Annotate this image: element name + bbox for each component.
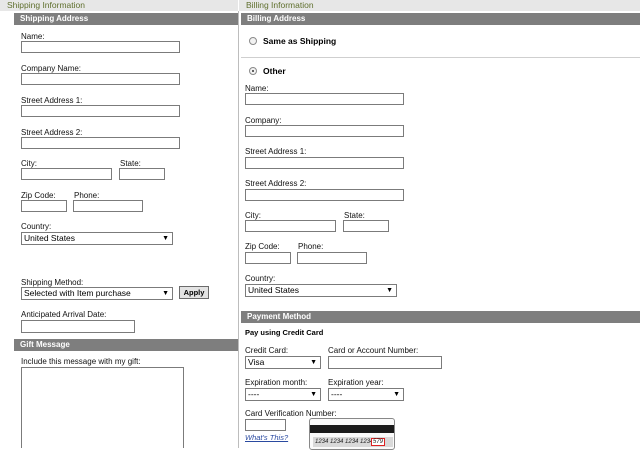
gift-message-header: Gift Message [14,339,238,351]
other-address-label: Other [263,66,286,76]
cvv-input[interactable] [245,419,286,431]
pay-using-credit-card-label: Pay using Credit Card [245,328,324,337]
chevron-down-icon: ▼ [162,235,169,242]
shipping-phone-label: Phone: [74,191,100,200]
arrival-date-input[interactable] [21,320,135,333]
expiration-year-value: ---- [331,389,343,399]
chevron-down-icon: ▼ [393,391,400,398]
gift-message-textarea[interactable] [21,367,184,448]
expiration-month-label: Expiration month: [245,378,308,387]
billing-name-input[interactable] [245,93,404,105]
billing-phone-label: Phone: [298,242,324,251]
shipping-street2-label: Street Address 2: [21,128,83,137]
billing-zip-input[interactable] [245,252,291,264]
card-number-sample: 1234 1234 1234 1234 [315,439,374,445]
billing-country-select[interactable]: United States ▼ [245,284,397,297]
shipping-method-label: Shipping Method: [21,278,84,287]
shipping-method-value: Selected with Item purchase [24,288,131,298]
card-magnetic-stripe [310,425,394,433]
billing-country-label: Country: [245,274,276,283]
payment-method-header: Payment Method [241,311,640,323]
shipping-name-input[interactable] [21,41,180,53]
apply-button[interactable]: Apply [179,286,209,299]
expiration-year-label: Expiration year: [328,378,384,387]
shipping-country-value: United States [24,233,76,243]
cvv-sample: 579 [371,438,386,446]
shipping-company-input[interactable] [21,73,180,85]
chevron-down-icon: ▼ [310,391,317,398]
expiration-month-value: ---- [248,389,260,399]
billing-country-value: United States [248,285,300,295]
shipping-company-label: Company Name: [21,64,82,73]
shipping-street1-label: Street Address 1: [21,96,83,105]
shipping-address-header: Shipping Address [14,13,238,25]
shipping-phone-input[interactable] [73,200,143,212]
billing-company-input[interactable] [245,125,404,137]
card-number-label: Card or Account Number: [328,346,419,355]
shipping-country-select[interactable]: United States ▼ [21,232,173,245]
shipping-city-input[interactable] [21,168,112,180]
billing-company-label: Company: [245,116,282,125]
chevron-down-icon: ▼ [310,359,317,366]
billing-info-header: Billing Information [239,0,640,11]
other-address-radio[interactable] [249,67,257,75]
billing-street1-input[interactable] [245,157,404,169]
billing-street2-label: Street Address 2: [245,179,307,188]
billing-phone-input[interactable] [297,252,367,264]
shipping-name-label: Name: [21,32,45,41]
expiration-month-select[interactable]: ---- ▼ [245,388,321,401]
chevron-down-icon: ▼ [386,287,393,294]
card-number-input[interactable] [328,356,442,369]
arrival-date-label: Anticipated Arrival Date: [21,310,107,319]
shipping-city-label: City: [21,159,37,168]
shipping-zip-label: Zip Code: [21,191,56,200]
billing-name-label: Name: [245,84,269,93]
card-back-illustration: 1234 1234 1234 1234 579 [309,418,395,450]
billing-city-label: City: [245,211,261,220]
shipping-street2-input[interactable] [21,137,180,149]
whats-this-link[interactable]: What's This? [245,433,288,442]
shipping-street1-input[interactable] [21,105,180,117]
expiration-year-select[interactable]: ---- ▼ [328,388,404,401]
shipping-state-label: State: [120,159,141,168]
credit-card-label: Credit Card: [245,346,289,355]
billing-address-header: Billing Address [241,13,640,25]
same-as-shipping-radio[interactable] [249,37,257,45]
billing-city-input[interactable] [245,220,336,232]
column-divider [238,11,239,448]
gift-message-label: Include this message with my gift: [21,357,141,366]
billing-state-label: State: [344,211,365,220]
shipping-country-label: Country: [21,222,52,231]
cvv-label: Card Verification Number: [245,409,337,418]
billing-option-separator [241,57,640,58]
billing-street1-label: Street Address 1: [245,147,307,156]
shipping-info-header: Shipping Information [0,0,238,11]
credit-card-value: Visa [248,357,265,367]
billing-state-input[interactable] [343,220,389,232]
billing-street2-input[interactable] [245,189,404,201]
shipping-method-select[interactable]: Selected with Item purchase ▼ [21,287,173,300]
shipping-zip-input[interactable] [21,200,67,212]
credit-card-select[interactable]: Visa ▼ [245,356,321,369]
same-as-shipping-label: Same as Shipping [263,36,337,46]
chevron-down-icon: ▼ [162,290,169,297]
shipping-state-input[interactable] [119,168,165,180]
billing-zip-label: Zip Code: [245,242,280,251]
